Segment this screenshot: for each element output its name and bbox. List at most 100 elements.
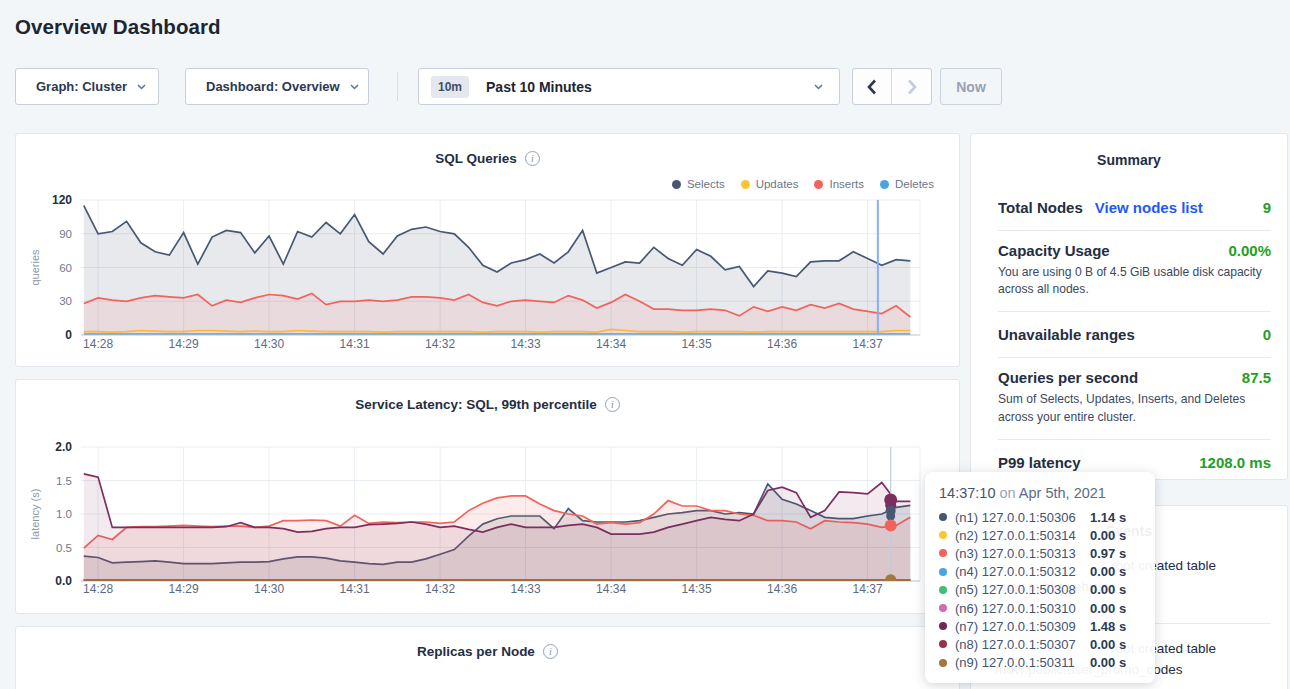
graph-dropdown-label: Graph: Cluster: [36, 79, 127, 94]
chevron-down-icon: [814, 84, 823, 90]
svg-text:0.0: 0.0: [55, 574, 72, 588]
svg-text:queries: queries: [29, 249, 41, 286]
summary-value: 0: [1263, 327, 1271, 342]
svg-text:14:33: 14:33: [511, 337, 541, 351]
chart-tooltip: 14:37:10 on Apr 5th, 2021 (n1) 127.0.0.1…: [925, 472, 1155, 683]
svg-text:14:31: 14:31: [340, 582, 370, 596]
dashboard-dropdown[interactable]: Dashboard: Overview: [185, 68, 369, 105]
sql-queries-title: SQL Queries: [435, 151, 517, 166]
time-range-dropdown[interactable]: 10m Past 10 Minutes: [418, 68, 840, 105]
svg-text:0: 0: [65, 328, 72, 342]
summary-value: 87.5: [1242, 370, 1271, 385]
node-color-dot: [939, 640, 947, 648]
node-latency-value: 0.00 s: [1090, 564, 1126, 579]
svg-text:14:34: 14:34: [596, 582, 626, 596]
latency-chart[interactable]: 0.00.51.01.52.014:2814:2914:3014:3114:32…: [16, 434, 961, 606]
node-address: (n3) 127.0.0.1:50313: [955, 546, 1083, 561]
controls-divider: [397, 72, 398, 101]
svg-text:14:35: 14:35: [682, 582, 712, 596]
svg-text:14:28: 14:28: [83, 337, 113, 351]
svg-text:90: 90: [59, 228, 72, 240]
svg-text:14:35: 14:35: [682, 337, 712, 351]
summary-label: Queries per second: [998, 370, 1138, 385]
dashboard-dropdown-label: Dashboard: Overview: [206, 79, 340, 94]
svg-text:0.5: 0.5: [56, 542, 72, 554]
svg-text:14:37: 14:37: [853, 582, 883, 596]
svg-text:14:31: 14:31: [340, 337, 370, 351]
tooltip-node-row: (n6) 127.0.0.1:503100.00 s: [939, 599, 1141, 617]
node-color-dot: [939, 586, 947, 594]
sql-queries-chart[interactable]: 030609012014:2814:2914:3014:3114:3214:33…: [16, 187, 961, 365]
tooltip-date: Apr 5th, 2021: [1019, 485, 1106, 501]
svg-text:14:32: 14:32: [425, 582, 455, 596]
chevron-left-icon: [867, 79, 877, 95]
next-time-button[interactable]: [892, 69, 931, 104]
node-address: (n8) 127.0.0.1:50307: [955, 637, 1083, 652]
node-color-dot: [939, 622, 947, 630]
chevron-down-icon: [137, 84, 146, 90]
tooltip-node-row: (n8) 127.0.0.1:50307 0.00 s: [939, 635, 1141, 653]
svg-text:120: 120: [52, 193, 72, 207]
node-address: (n5) 127.0.0.1:50308: [955, 582, 1083, 597]
svg-text:14:34: 14:34: [596, 337, 626, 351]
node-address: (n9) 127.0.0.1:50311: [955, 655, 1083, 670]
node-address: (n1) 127.0.0.1:50306: [955, 510, 1083, 525]
summary-label: P99 latency: [998, 455, 1081, 470]
node-address: (n6) 127.0.0.1:50310: [955, 601, 1083, 616]
svg-text:14:32: 14:32: [425, 337, 455, 351]
chevron-down-icon: [350, 84, 359, 90]
chevron-right-icon: [907, 79, 917, 95]
node-color-dot: [939, 513, 947, 521]
tooltip-node-row: (n1) 127.0.0.1:50306 1.14 s: [939, 508, 1141, 526]
prev-time-button[interactable]: [853, 69, 892, 104]
summary-row-unavailable: Unavailable ranges 0: [998, 312, 1271, 358]
tooltip-node-row: (n4) 127.0.0.1:503120.00 s: [939, 563, 1141, 581]
tooltip-timestamp: 14:37:10 on Apr 5th, 2021: [939, 485, 1141, 501]
summary-row-capacity: Capacity Usage 0.00% You are using 0 B o…: [998, 231, 1271, 312]
node-latency-value: 0.00 s: [1090, 582, 1126, 597]
node-color-dot: [939, 531, 947, 539]
node-color-dot: [939, 659, 947, 667]
info-icon[interactable]: i: [605, 397, 620, 412]
summary-desc: You are using 0 B of 4.5 GiB usable disk…: [998, 264, 1271, 298]
info-icon[interactable]: i: [525, 151, 540, 166]
svg-text:14:36: 14:36: [767, 337, 797, 351]
svg-text:2.0: 2.0: [55, 440, 72, 454]
latency-panel: Service Latency: SQL, 99th percentile i …: [15, 379, 960, 614]
tooltip-on: on: [995, 485, 1018, 501]
page-title: Overview Dashboard: [15, 15, 221, 39]
svg-text:1.5: 1.5: [56, 475, 72, 487]
node-color-dot: [939, 604, 947, 612]
summary-value: 0.00%: [1228, 243, 1271, 258]
node-color-dot: [939, 568, 947, 576]
node-latency-value: 0.00 s: [1090, 528, 1126, 543]
latency-title: Service Latency: SQL, 99th percentile: [355, 397, 597, 412]
summary-value: 9: [1263, 200, 1271, 215]
info-icon[interactable]: i: [543, 644, 558, 659]
svg-text:1.0: 1.0: [56, 508, 72, 520]
replicas-title: Replicas per Node: [417, 644, 535, 659]
time-range-label: Past 10 Minutes: [486, 79, 804, 95]
summary-label: Unavailable ranges: [998, 327, 1135, 342]
node-color-dot: [939, 549, 947, 557]
svg-text:14:30: 14:30: [254, 337, 284, 351]
svg-text:60: 60: [59, 262, 72, 274]
summary-label: Total Nodes: [998, 200, 1083, 215]
now-button[interactable]: Now: [940, 68, 1002, 105]
node-latency-value: 1.48 s: [1090, 619, 1126, 634]
svg-text:14:33: 14:33: [511, 582, 541, 596]
summary-panel: Summary Total Nodes View nodes list 9 Ca…: [970, 133, 1288, 480]
time-nav-arrows: [852, 68, 932, 105]
node-latency-value: 1.14 s: [1090, 510, 1126, 525]
node-latency-value: 0.00 s: [1090, 655, 1126, 670]
summary-title: Summary: [971, 152, 1287, 168]
tooltip-node-row: (n5) 127.0.0.1:50308 0.00 s: [939, 581, 1141, 599]
summary-row-total-nodes: Total Nodes View nodes list 9: [998, 185, 1271, 231]
graph-dropdown[interactable]: Graph: Cluster: [15, 68, 159, 105]
tooltip-time: 14:37:10: [939, 485, 995, 501]
summary-row-qps: Queries per second 87.5 Sum of Selects, …: [998, 358, 1271, 439]
node-latency-value: 0.00 s: [1090, 637, 1126, 652]
view-nodes-list-link[interactable]: View nodes list: [1095, 200, 1203, 215]
svg-text:14:29: 14:29: [169, 582, 199, 596]
tooltip-node-row: (n9) 127.0.0.1:50311 0.00 s: [939, 654, 1141, 672]
